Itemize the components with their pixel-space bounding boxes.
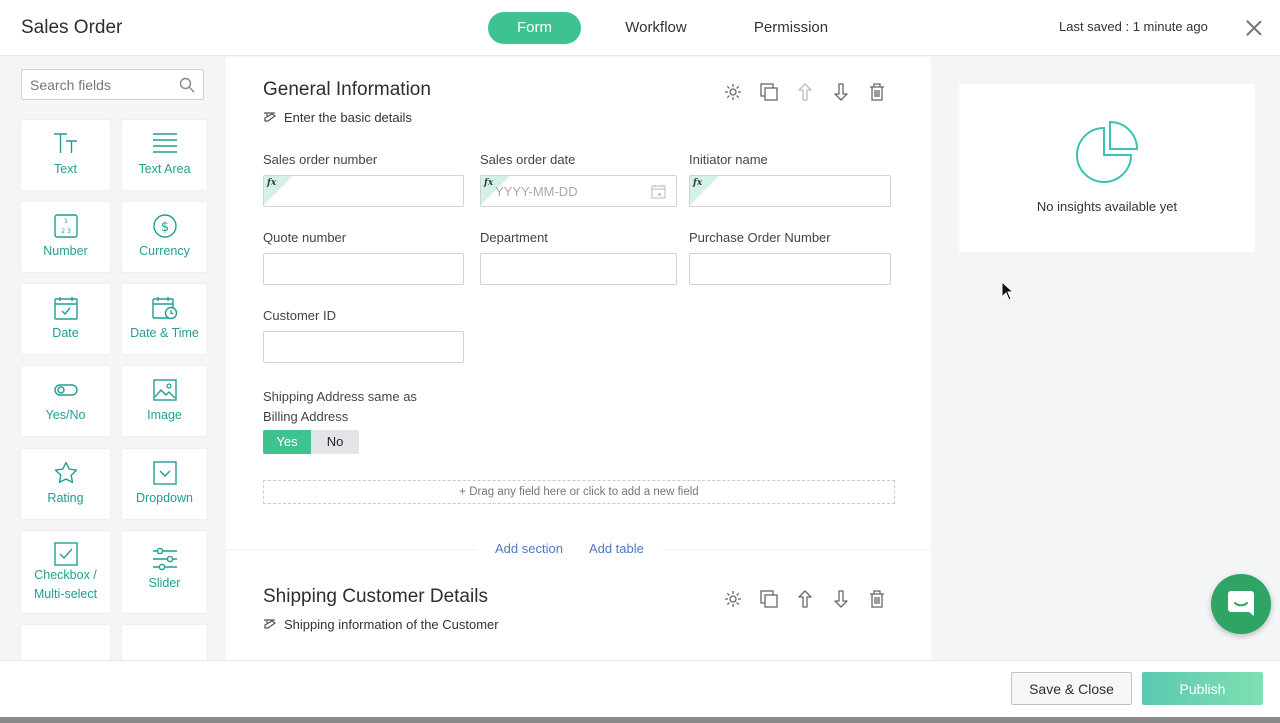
mouse-cursor-icon [1001,281,1015,301]
settings-icon[interactable] [722,588,744,610]
move-down-icon[interactable] [830,81,852,103]
publish-button[interactable]: Publish [1142,672,1263,705]
date-time-icon [151,297,177,320]
field-label: Customer ID [263,308,336,323]
chat-icon [1228,591,1254,616]
field-text[interactable]: Text [21,120,110,190]
page-title: Sales Order [21,17,123,38]
move-down-icon[interactable] [830,588,852,610]
field-slider[interactable]: Slider [122,531,207,613]
svg-text:$: $ [160,220,168,235]
insights-panel: No insights available yet [931,57,1280,660]
customer-id-input[interactable] [263,331,464,363]
add-table-link[interactable]: Add table [589,541,644,556]
app-window: Sales Order Form Workflow Permission Las… [0,0,1280,717]
section-description[interactable]: Enter the basic details [263,110,412,125]
formula-icon[interactable]: fx [690,176,718,206]
search-input[interactable] [22,70,172,99]
search-box [21,69,204,100]
top-bar: Sales Order Form Workflow Permission Las… [0,0,1280,56]
settings-icon[interactable] [722,81,744,103]
section-actions [722,588,888,610]
purchase-order-number-input[interactable] [689,253,891,285]
insights-card: No insights available yet [959,84,1255,252]
field-palette: Text Text Area 12 3 Number $ Currency Da… [0,57,226,660]
currency-icon: $ [152,214,177,238]
description-edit-icon [264,619,276,629]
field-label: Purchase Order Number [689,230,831,245]
calendar-icon[interactable] [651,184,666,199]
last-saved-status: Last saved : 1 minute ago [1059,19,1208,34]
duplicate-icon[interactable] [758,81,780,103]
date-icon [53,297,78,320]
department-input[interactable] [480,253,677,285]
field-label: Initiator name [689,152,768,167]
sales-order-number-input[interactable]: fx [263,175,464,207]
field-label: Sales order number [263,152,378,167]
field-dropdown[interactable]: Dropdown [122,449,207,519]
field-label: Shipping Address same as Billing Address [263,389,417,424]
svg-text:2 3: 2 3 [61,228,71,235]
field-label: Department [480,230,548,245]
save-close-button[interactable]: Save & Close [1011,672,1132,705]
add-links: Add section Add table [476,541,663,556]
pie-chart-icon [1076,120,1139,183]
field-number[interactable]: 12 3 Number [21,202,110,272]
field-label: Quote number [263,230,347,245]
toggle-no[interactable]: No [311,430,359,454]
delete-icon[interactable] [866,81,888,103]
footer-bar: Save & Close Publish [0,660,1280,717]
field-label: Sales order date [480,152,576,167]
section-title[interactable]: Shipping Customer Details [263,586,488,608]
text-icon [53,133,77,153]
field-text-area[interactable]: Text Area [122,120,207,190]
section-actions [722,81,888,103]
section-title[interactable]: General Information [263,79,431,101]
insights-empty-text: No insights available yet [1036,199,1178,214]
field-rating[interactable]: Rating [21,449,110,519]
field-more[interactable] [122,625,207,660]
duplicate-icon[interactable] [758,588,780,610]
tab-form[interactable]: Form [488,12,581,44]
shipping-same-toggle: Yes No [263,430,359,454]
field-more[interactable] [21,625,110,660]
delete-icon[interactable] [866,588,888,610]
formula-icon[interactable]: fx [264,176,292,206]
field-checkbox-multi-select[interactable]: Checkbox / Multi-select [21,531,110,613]
quote-number-input[interactable] [263,253,464,285]
number-icon: 12 3 [53,214,78,238]
sales-order-date-input[interactable]: fx YYYY-MM-DD [480,175,677,207]
toggle-yes[interactable]: Yes [263,430,311,454]
field-currency[interactable]: $ Currency [122,202,207,272]
tab-workflow[interactable]: Workflow [594,12,718,44]
add-section-link[interactable]: Add section [495,541,563,556]
move-up-icon[interactable] [794,588,816,610]
star-icon [54,461,77,484]
tab-bar: Form Workflow Permission [488,12,864,44]
move-up-icon[interactable] [794,81,816,103]
close-icon[interactable] [1244,18,1264,38]
tab-permission[interactable]: Permission [718,12,864,44]
checkbox-icon [53,542,78,566]
toggle-icon [53,384,78,396]
form-canvas: General Information Enter the basic deta… [226,57,931,660]
field-date-time[interactable]: Date & Time [122,284,207,354]
text-area-icon [152,133,177,153]
field-image[interactable]: Image [122,366,207,436]
slider-icon [152,547,177,571]
image-icon [152,379,177,401]
field-date[interactable]: Date [21,284,110,354]
section-description[interactable]: Shipping information of the Customer [263,617,499,632]
description-edit-icon [264,112,276,122]
svg-text:1: 1 [64,218,68,225]
field-yes-no[interactable]: Yes/No [21,366,110,436]
add-field-dropzone[interactable]: + Drag any field here or click to add a … [263,480,895,504]
chat-button[interactable] [1211,574,1271,634]
dropdown-icon [152,461,177,485]
plus-icon: + [459,486,470,498]
search-icon[interactable] [179,77,195,93]
initiator-name-input[interactable]: fx [689,175,891,207]
